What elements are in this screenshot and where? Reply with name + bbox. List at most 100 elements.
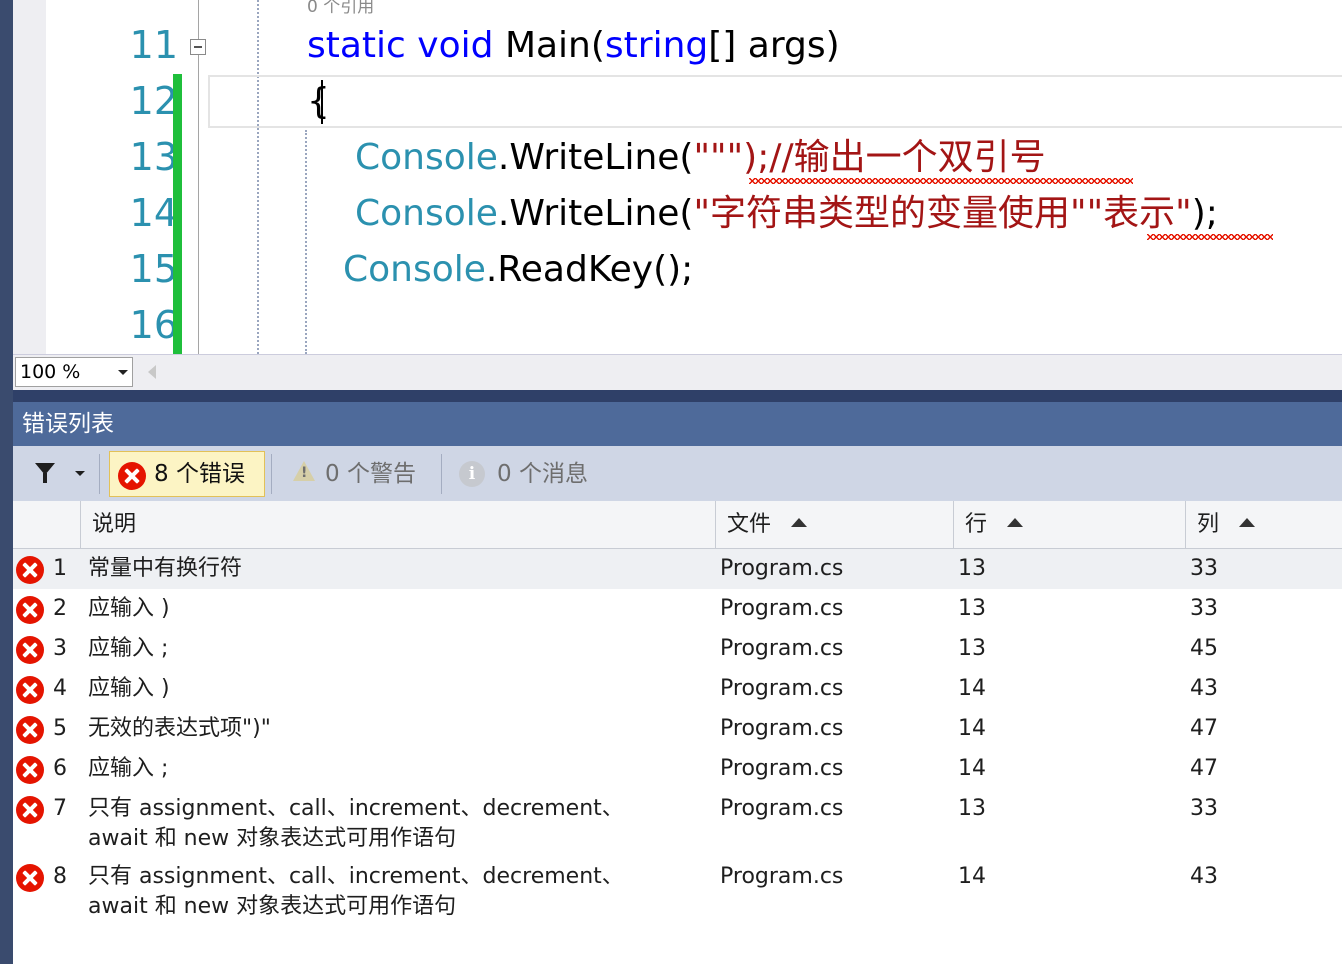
row-description: 应输入 ; xyxy=(88,756,169,781)
string-literal: """ xyxy=(693,137,744,178)
row-line: 13 xyxy=(958,556,986,581)
type-console: Console xyxy=(355,193,498,234)
keyword-void: void xyxy=(417,25,494,66)
line-number: 14 xyxy=(129,191,178,235)
chevron-down-icon[interactable] xyxy=(75,471,85,476)
row-number: 5 xyxy=(53,716,67,741)
row-description: 应输入 ) xyxy=(88,596,170,621)
error-squiggle[interactable] xyxy=(749,178,1133,184)
panel-splitter[interactable] xyxy=(13,390,1342,402)
table-row[interactable]: 2 应输入 ) Program.cs 13 33 xyxy=(13,589,1342,629)
row-description: 常量中有换行符 xyxy=(88,556,243,581)
row-number: 1 xyxy=(53,556,67,581)
table-row[interactable]: 4 应输入 ) Program.cs 14 43 xyxy=(13,669,1342,709)
window-frame xyxy=(0,0,13,964)
line-number: 13 xyxy=(129,135,178,179)
zoom-value: 100 % xyxy=(20,361,81,383)
row-line: 14 xyxy=(958,716,986,741)
error-icon xyxy=(16,864,44,892)
indent-guide xyxy=(257,0,259,354)
row-number: 8 xyxy=(53,864,67,889)
column-header-icon[interactable] xyxy=(13,501,80,549)
code-rest: );//输出一个双引号 xyxy=(743,137,1046,178)
row-column: 43 xyxy=(1190,864,1218,889)
errors-count-label: 8 个错误 xyxy=(154,461,245,487)
row-number: 3 xyxy=(53,636,67,661)
row-description: 只有 assignment、call、increment、decrement、 … xyxy=(88,864,624,919)
info-icon: i xyxy=(459,461,485,487)
row-description: 无效的表达式项")" xyxy=(88,716,271,741)
error-list-toolbar: 8 个错误 0 个警告 i 0 个消息 xyxy=(13,446,1342,501)
code-rest: ); xyxy=(1191,193,1218,234)
table-row[interactable]: 1 常量中有换行符 Program.cs 13 33 xyxy=(13,549,1342,589)
sort-ascending-icon xyxy=(791,518,808,527)
zoom-dropdown[interactable]: 100 % xyxy=(15,357,133,387)
row-file: Program.cs xyxy=(720,596,844,621)
code-line-11[interactable]: static void Main(string[] args) xyxy=(307,18,840,74)
row-description: 应输入 ) xyxy=(88,676,170,701)
line-number: 15 xyxy=(129,247,178,291)
table-row[interactable]: 3 应输入 ; Program.cs 13 45 xyxy=(13,629,1342,669)
method-call: .WriteLine( xyxy=(497,137,694,178)
keyword-string: string xyxy=(604,25,709,66)
error-icon xyxy=(16,636,44,664)
column-header-file[interactable]: 文件 xyxy=(715,501,953,549)
method-call: .WriteLine( xyxy=(497,193,694,234)
row-line: 14 xyxy=(958,756,986,781)
code-editor[interactable]: 11 12 13 14 15 16 0 个引用 static void Main… xyxy=(13,0,1342,354)
text-caret xyxy=(321,80,323,124)
column-header-line[interactable]: 行 xyxy=(953,501,1185,549)
keyword-static: static xyxy=(307,25,406,66)
row-column: 45 xyxy=(1190,636,1218,661)
code-line-14[interactable]: Console.WriteLine("字符串类型的变量使用""表示"); xyxy=(355,186,1218,242)
row-number: 7 xyxy=(53,796,67,821)
error-icon xyxy=(16,556,44,584)
row-file: Program.cs xyxy=(720,716,844,741)
row-file: Program.cs xyxy=(720,864,844,889)
row-number: 6 xyxy=(53,756,67,781)
row-column: 33 xyxy=(1190,556,1218,581)
row-line: 13 xyxy=(958,636,986,661)
table-row[interactable]: 8 只有 assignment、call、increment、decrement… xyxy=(13,857,1342,925)
error-list-header: 说明 文件 行 列 xyxy=(13,501,1342,549)
code-line-12[interactable]: { xyxy=(307,74,330,130)
params: [] args) xyxy=(708,25,840,66)
errors-filter-button[interactable]: 8 个错误 xyxy=(109,451,265,497)
row-column: 33 xyxy=(1190,596,1218,621)
scroll-left-icon[interactable] xyxy=(148,365,156,379)
toolbar-separator xyxy=(99,454,100,494)
row-number: 2 xyxy=(53,596,67,621)
row-line: 13 xyxy=(958,596,986,621)
row-file: Program.cs xyxy=(720,636,844,661)
line-number: 12 xyxy=(129,79,178,123)
codelens-references[interactable]: 0 个引用 xyxy=(307,0,374,17)
code-line-15[interactable]: Console.ReadKey(); xyxy=(343,242,693,298)
method-call: .ReadKey(); xyxy=(485,249,694,290)
error-list-rows: 1 常量中有换行符 Program.cs 13 33 2 应输入 ) Progr… xyxy=(13,549,1342,964)
collapse-icon[interactable] xyxy=(190,39,206,55)
type-console: Console xyxy=(343,249,486,290)
error-squiggle[interactable] xyxy=(1147,234,1273,240)
row-file: Program.cs xyxy=(720,756,844,781)
error-icon xyxy=(16,716,44,744)
row-file: Program.cs xyxy=(720,556,844,581)
row-file: Program.cs xyxy=(720,796,844,821)
filter-icon[interactable] xyxy=(35,463,55,483)
toolbar-separator xyxy=(271,454,272,494)
row-column: 43 xyxy=(1190,676,1218,701)
glyph-margin xyxy=(13,0,46,354)
column-header-column[interactable]: 列 xyxy=(1185,501,1342,549)
string-literal: "字符串类型的变量使用""表示" xyxy=(693,193,1192,234)
table-row[interactable]: 7 只有 assignment、call、increment、decrement… xyxy=(13,789,1342,857)
change-indicator-bar xyxy=(173,74,182,354)
sort-ascending-icon xyxy=(1239,518,1256,527)
chevron-down-icon xyxy=(118,370,128,375)
column-header-description[interactable]: 说明 xyxy=(80,501,715,549)
row-line: 14 xyxy=(958,676,986,701)
table-row[interactable]: 6 应输入 ; Program.cs 14 47 xyxy=(13,749,1342,789)
row-column: 33 xyxy=(1190,796,1218,821)
current-line-highlight xyxy=(208,75,1342,128)
table-row[interactable]: 5 无效的表达式项")" Program.cs 14 47 xyxy=(13,709,1342,749)
type-console: Console xyxy=(355,137,498,178)
warnings-count-label: 0 个警告 xyxy=(325,461,416,487)
